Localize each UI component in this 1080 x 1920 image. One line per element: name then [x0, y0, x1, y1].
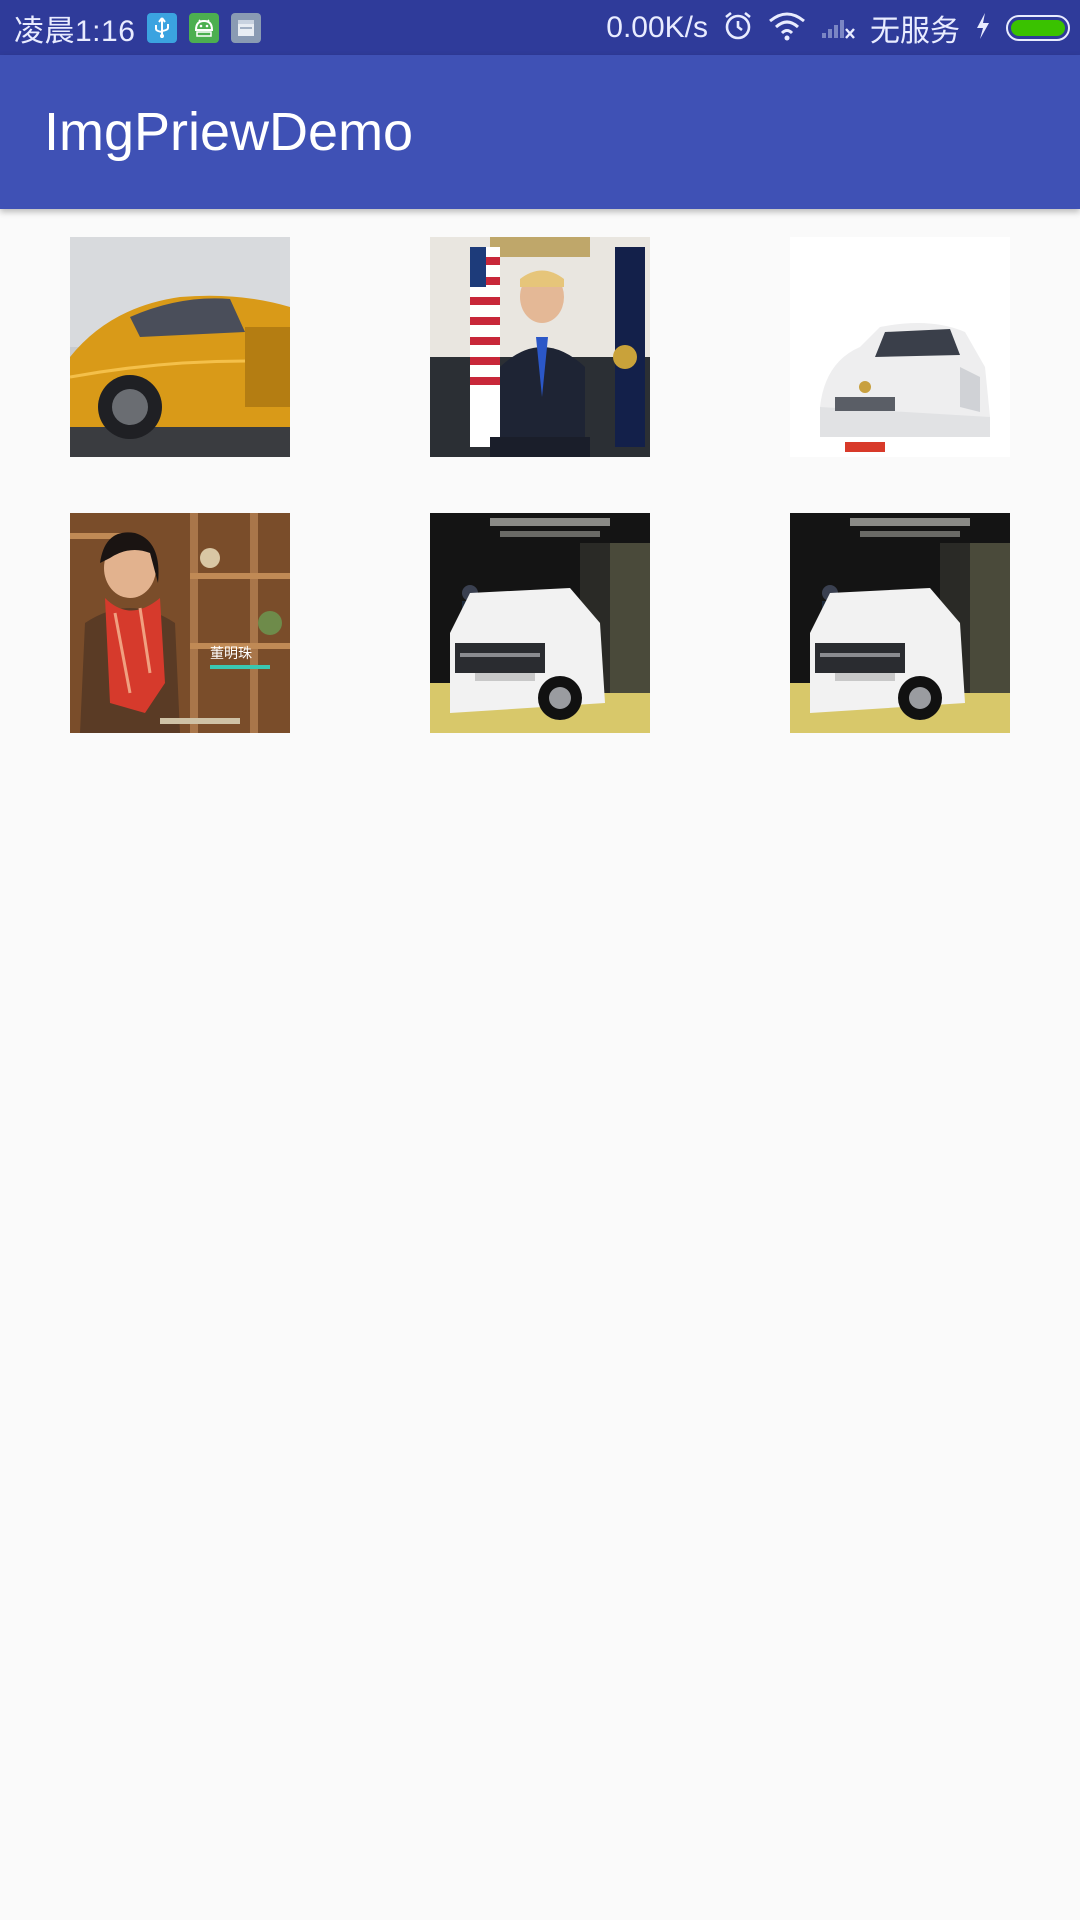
- app-bar: ImgPriewDemo: [0, 55, 1080, 209]
- image-thumbnail-4[interactable]: 董明珠: [70, 513, 290, 733]
- signal-icon: [820, 11, 856, 45]
- notes-icon: [231, 12, 262, 43]
- alarm-icon: [722, 10, 754, 46]
- android-icon: [189, 12, 220, 43]
- image-thumbnail-5[interactable]: [430, 513, 650, 733]
- app-title: ImgPriewDemo: [44, 102, 414, 162]
- image-caption: 董明珠: [210, 646, 252, 662]
- carrier-text: 无服务: [870, 14, 960, 48]
- status-bar-right: 0.00K/s 无服务: [606, 0, 1070, 55]
- status-time: 凌晨1:16: [14, 14, 136, 48]
- image-thumbnail-3[interactable]: [790, 237, 1010, 457]
- charging-icon: [974, 11, 992, 45]
- status-bar-left: 凌晨1:16: [14, 0, 262, 55]
- image-thumbnail-2[interactable]: [430, 237, 650, 457]
- status-bar: 凌晨1:16 0.00K/s 无服务: [0, 0, 1080, 55]
- image-thumbnail-6[interactable]: [790, 513, 1010, 733]
- battery-icon: [1006, 14, 1070, 41]
- wifi-icon: [768, 11, 806, 45]
- image-thumbnail-1[interactable]: [70, 237, 290, 457]
- battery-level: [1011, 19, 1065, 36]
- network-speed: 0.00K/s: [606, 10, 708, 44]
- usb-icon: [147, 12, 178, 43]
